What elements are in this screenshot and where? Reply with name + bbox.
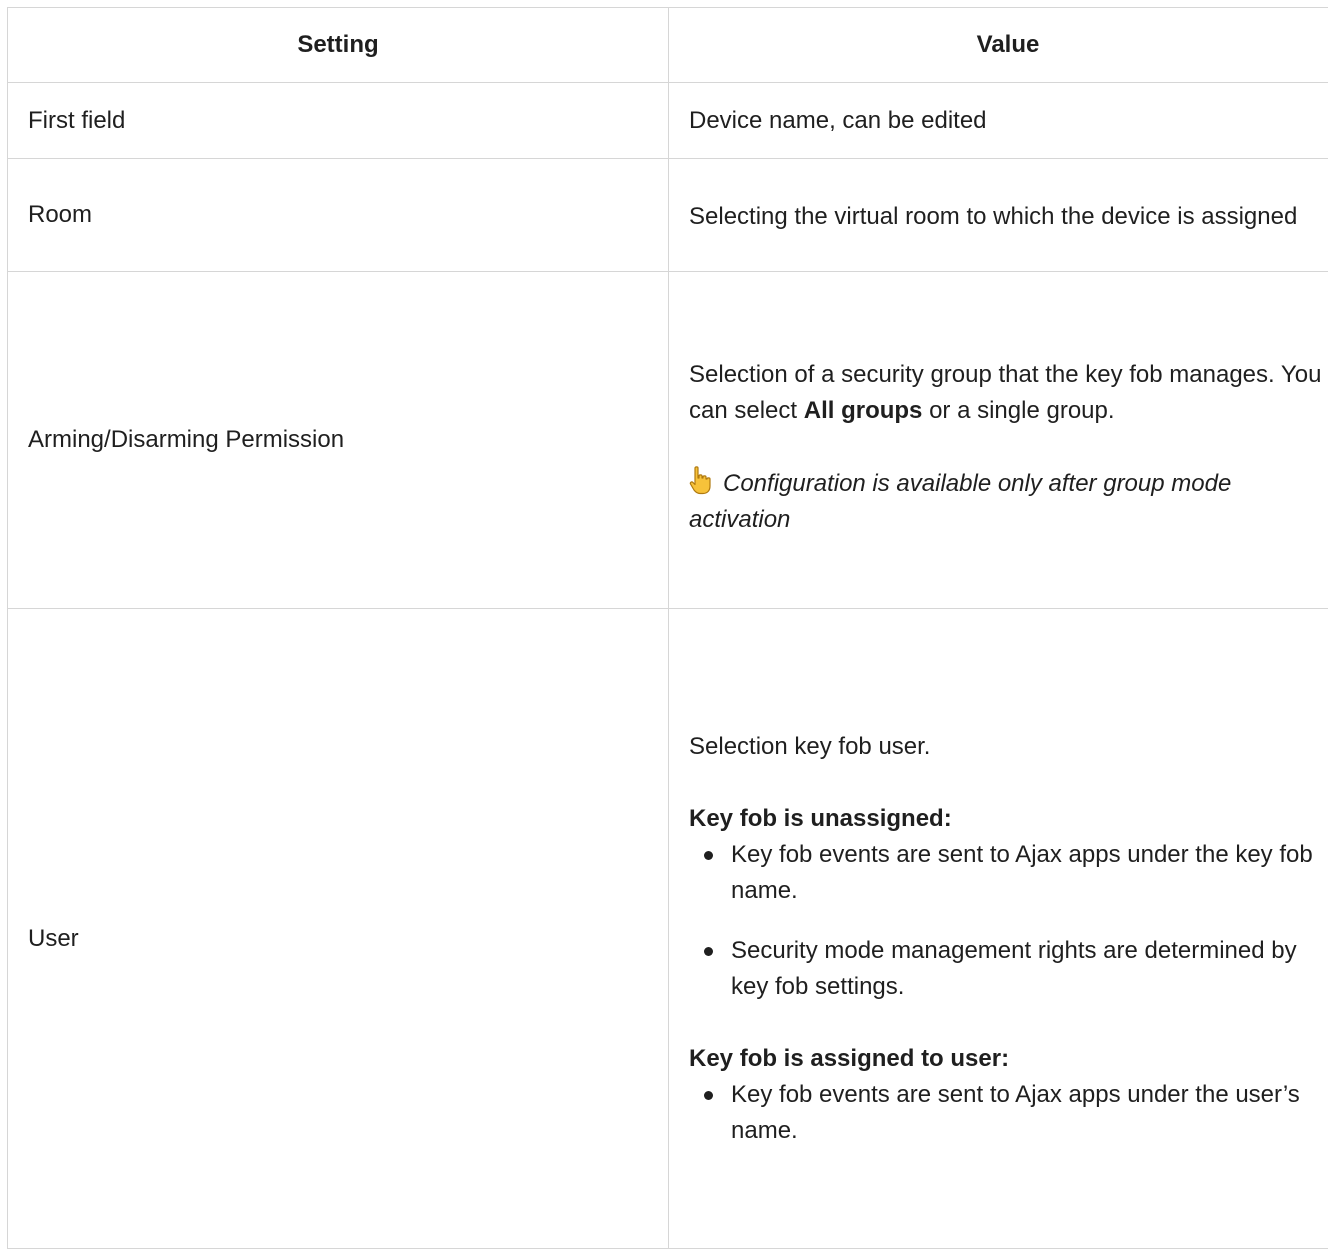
setting-cell: First field (8, 83, 669, 159)
value-intro: Selection key fob user. (689, 709, 1327, 765)
table-row: First field Device name, can be edited (8, 83, 1328, 159)
column-header-value: Value (669, 8, 1328, 83)
list-item: Key fob events are sent to Ajax apps und… (689, 1077, 1327, 1149)
list-item: Key fob events are sent to Ajax apps und… (689, 837, 1327, 909)
table-row: User Selection key fob user. Key fob is … (8, 609, 1328, 1249)
value-text: Selecting the virtual room to which the … (689, 196, 1327, 235)
value-cell: Selecting the virtual room to which the … (669, 159, 1328, 272)
unassigned-list: Key fob events are sent to Ajax apps und… (689, 837, 1327, 1005)
value-cell: Device name, can be edited (669, 83, 1328, 159)
value-cell: Selection of a security group that the k… (669, 272, 1328, 609)
setting-cell: Room (8, 159, 669, 272)
setting-text: User (28, 901, 648, 957)
list-item: Security mode management rights are dete… (689, 933, 1327, 1005)
assigned-list: Key fob events are sent to Ajax apps und… (689, 1077, 1327, 1149)
table-header-row: Setting Value (8, 8, 1328, 83)
note-text: Configuration is available only after gr… (689, 470, 1231, 533)
value-cell: Selection key fob user. Key fob is unass… (669, 609, 1328, 1249)
all-groups-label: All groups (804, 397, 923, 424)
bullet-icon (704, 851, 713, 860)
table-row: Room Selecting the virtual room to which… (8, 159, 1328, 272)
unassigned-heading: Key fob is unassigned: (689, 801, 1327, 837)
bullet-icon (704, 947, 713, 956)
setting-cell: Arming/Disarming Permission (8, 272, 669, 609)
assigned-heading: Key fob is assigned to user: (689, 1041, 1327, 1077)
table-row: Arming/Disarming Permission Selection of… (8, 272, 1328, 609)
group-mode-note: Configuration is available only after gr… (689, 465, 1327, 538)
settings-table: Setting Value First field Device name, c… (7, 7, 1328, 1249)
column-header-setting: Setting (8, 8, 669, 83)
value-text: Selection of a security group that the k… (689, 343, 1327, 429)
bullet-icon (704, 1091, 713, 1100)
setting-cell: User (8, 609, 669, 1249)
value-text-end: or a single group. (922, 397, 1114, 424)
pointing-hand-icon (689, 465, 715, 495)
